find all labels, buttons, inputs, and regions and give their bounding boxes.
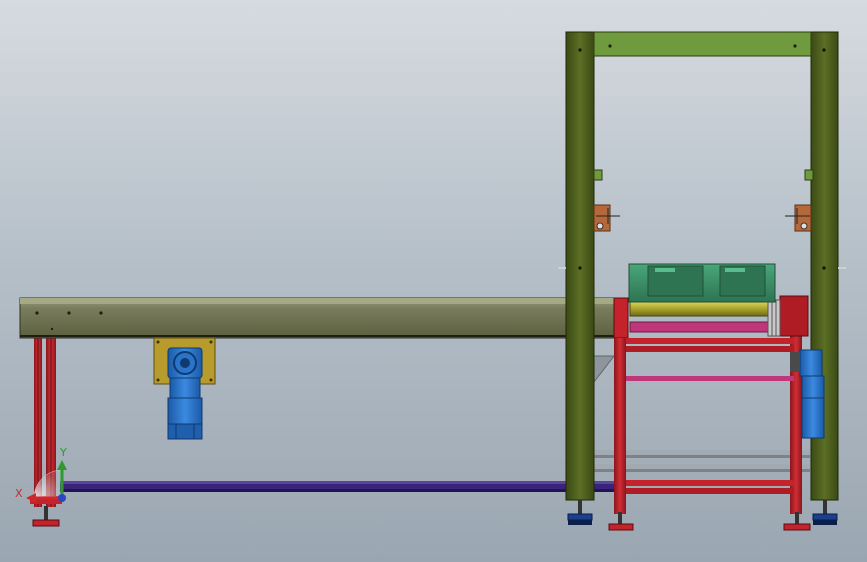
foot-table-left <box>608 512 634 531</box>
roller-table <box>629 299 781 337</box>
diagonal-brace <box>593 355 616 384</box>
foot-left-conveyor <box>32 506 60 527</box>
floor-rail <box>60 481 620 492</box>
foot-column-left <box>567 500 593 525</box>
triad-x-label: X <box>15 487 23 500</box>
table-lower-rails <box>594 450 810 472</box>
crate-tote <box>628 263 776 303</box>
leveling-feet <box>32 500 838 531</box>
foot-column-right <box>812 500 838 525</box>
foot-table-right <box>783 512 811 531</box>
lift-grippers <box>593 169 814 232</box>
triad-y-label: Y <box>59 446 67 459</box>
cad-viewport: X Y <box>15 31 846 531</box>
gear-motor-left <box>153 337 216 440</box>
lift-frame-top-beam <box>593 31 812 57</box>
roller-conveyor <box>19 297 621 339</box>
